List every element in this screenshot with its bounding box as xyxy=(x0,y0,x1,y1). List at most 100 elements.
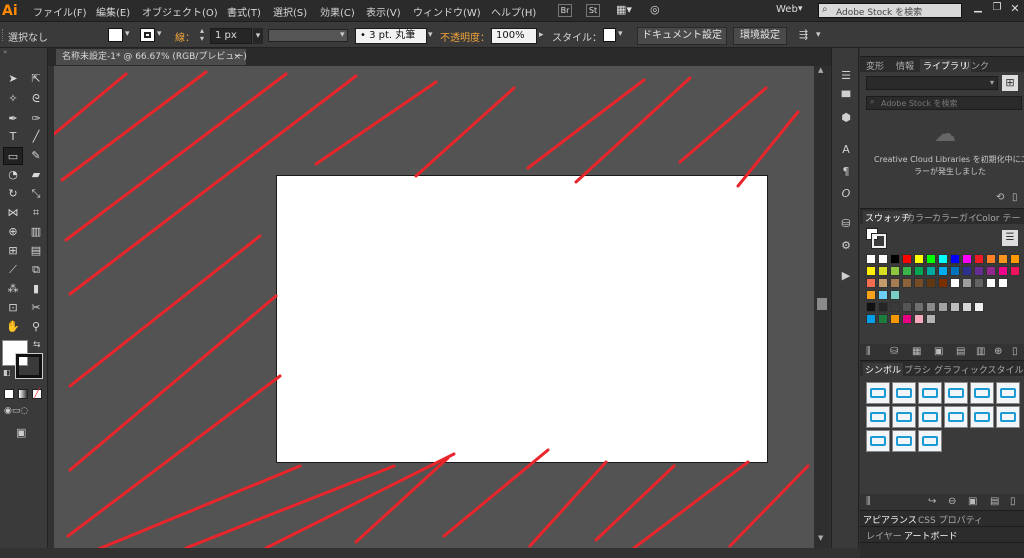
color-swatch[interactable] xyxy=(878,278,888,288)
preferences-button[interactable]: 環境設定 xyxy=(733,27,787,45)
color-swatch[interactable] xyxy=(902,266,912,276)
eraser-tool-icon[interactable]: ▰ xyxy=(26,166,46,184)
color-swatch[interactable] xyxy=(902,302,912,312)
free-transform-tool-icon[interactable]: ⌗ xyxy=(26,204,46,222)
brush-definition-select[interactable]: • 3 pt. 丸筆 xyxy=(355,28,427,44)
lasso-tool-icon[interactable]: ᘓ xyxy=(26,90,46,108)
opacity-input[interactable]: 100% xyxy=(491,28,537,44)
grip-handle[interactable] xyxy=(2,29,5,41)
menu-edit[interactable]: 編集(E) xyxy=(96,4,130,19)
arrange-documents-icon[interactable]: ▦▾ xyxy=(616,3,640,18)
shaper-tool-icon[interactable]: ◔ xyxy=(3,166,23,184)
color-swatch[interactable] xyxy=(926,302,936,312)
fill-color-swatch[interactable] xyxy=(108,28,123,42)
bridge-button[interactable]: Br xyxy=(558,4,572,17)
color-swatch[interactable] xyxy=(938,254,948,264)
color-swatch[interactable] xyxy=(974,302,984,312)
color-swatch[interactable] xyxy=(926,278,936,288)
color-panel-icon[interactable]: ▀ xyxy=(837,90,855,106)
symbol-home-icon[interactable] xyxy=(866,430,890,452)
curvature-tool-icon[interactable]: ✑ xyxy=(26,110,46,128)
scroll-thumb[interactable] xyxy=(817,298,827,310)
symbol-calendar-icon[interactable] xyxy=(866,406,890,428)
opacity-label[interactable]: 不透明度： xyxy=(440,29,490,44)
delete-symbol-icon[interactable]: ▯ xyxy=(1010,496,1016,507)
delete-swatch-icon[interactable]: ▯ xyxy=(1012,346,1018,357)
symbol-heart-plus-icon[interactable] xyxy=(892,430,916,452)
opacity-arrow-icon[interactable]: ▸ xyxy=(539,30,544,40)
paintbrush-tool-icon[interactable]: ✎ xyxy=(26,147,46,165)
panel-menu-icon[interactable]: ☰ xyxy=(837,68,855,84)
swatch-stroke-indicator[interactable] xyxy=(871,233,887,249)
gradient-tool-icon[interactable]: ▤ xyxy=(26,242,46,260)
tab-css-properties[interactable]: CSS プロパティ xyxy=(918,513,983,526)
color-swatch[interactable] xyxy=(938,278,948,288)
column-graph-tool-icon[interactable]: ▮ xyxy=(26,280,46,298)
swatch-options-icon[interactable]: ▣ xyxy=(934,346,943,357)
library-select[interactable]: ▾ xyxy=(866,76,998,90)
scroll-down-icon[interactable]: ▼ xyxy=(818,534,823,542)
color-swatch[interactable] xyxy=(914,254,924,264)
slice-tool-icon[interactable]: ✂ xyxy=(26,299,46,317)
document-tab[interactable]: 名称未設定-1* @ 66.67% (RGB/プレビュー) × xyxy=(56,49,247,65)
scale-tool-icon[interactable]: ⤡ xyxy=(26,185,46,203)
add-to-library-icon[interactable]: ⛁ xyxy=(890,346,898,357)
tab-brushes[interactable]: ブラシ xyxy=(904,363,931,376)
workspace-chevron-icon[interactable]: ▾ xyxy=(798,4,803,14)
hand-tool-icon[interactable]: ✋ xyxy=(3,318,23,336)
color-guide-icon[interactable]: ⬢ xyxy=(837,110,855,126)
magic-wand-tool-icon[interactable]: ✧ xyxy=(3,90,23,108)
mesh-tool-icon[interactable]: ⊞ xyxy=(3,242,23,260)
tab-color[interactable]: カラー xyxy=(906,211,933,224)
tab-appearance[interactable]: アピアランス xyxy=(863,513,917,526)
blend-tool-icon[interactable]: ⧉ xyxy=(26,261,46,279)
graphic-style-swatch[interactable] xyxy=(603,28,616,42)
tab-swatches[interactable]: スウォッチ xyxy=(863,211,913,224)
stroke-width-input[interactable]: 1 px xyxy=(210,28,252,44)
artboard-tool-icon[interactable]: ⊡ xyxy=(3,299,23,317)
brush-chevron-icon[interactable]: ▾ xyxy=(428,30,433,40)
tab-links[interactable]: リンク xyxy=(962,59,989,72)
tab-info[interactable]: 情報 xyxy=(896,59,914,72)
align-options-icon[interactable]: ⇶ xyxy=(799,28,808,41)
close-window-button[interactable]: ✕ xyxy=(1008,2,1022,18)
menu-select[interactable]: 選択(S) xyxy=(273,4,307,19)
tab-graphic-styles[interactable]: グラフィックスタイル xyxy=(934,363,1024,376)
zoom-tool-icon[interactable]: ⚲ xyxy=(26,318,46,336)
default-fill-stroke-icon[interactable]: ◧ xyxy=(3,368,11,377)
color-group-icon[interactable]: ▤ xyxy=(956,346,965,357)
color-swatch[interactable] xyxy=(890,290,900,300)
gpu-performance-icon[interactable]: ◎ xyxy=(650,3,666,18)
stock-button[interactable]: St xyxy=(586,4,600,17)
color-swatch[interactable] xyxy=(998,254,1008,264)
color-swatch[interactable] xyxy=(974,254,984,264)
menu-file[interactable]: ファイル(F) xyxy=(33,4,87,19)
paragraph-panel-icon[interactable]: ¶ xyxy=(837,164,855,180)
color-swatch[interactable] xyxy=(926,314,936,324)
symbol-close-icon[interactable] xyxy=(996,382,1020,404)
rotate-tool-icon[interactable]: ↻ xyxy=(3,185,23,203)
color-swatch[interactable] xyxy=(878,290,888,300)
color-swatch[interactable] xyxy=(890,314,900,324)
color-swatch[interactable] xyxy=(902,278,912,288)
place-symbol-icon[interactable]: ↪ xyxy=(928,496,936,507)
document-setup-button[interactable]: ドキュメント設定 xyxy=(637,27,727,45)
color-swatch[interactable] xyxy=(962,278,972,288)
stroke-color-swatch[interactable] xyxy=(140,28,155,42)
library-trash-icon[interactable]: ▯ xyxy=(1012,192,1018,203)
canvas-pasteboard[interactable] xyxy=(54,66,814,548)
width-tool-icon[interactable]: ⋈ xyxy=(3,204,23,222)
fill-chevron-icon[interactable]: ▾ xyxy=(125,29,130,39)
symbol-sprayer-tool-icon[interactable]: ⁂ xyxy=(3,280,23,298)
actions-panel-icon[interactable]: ▶ xyxy=(837,268,855,284)
toolbar-collapse-icon[interactable]: « xyxy=(0,48,48,56)
screen-mode-icon[interactable]: ▣ xyxy=(16,426,26,439)
stroke-chevron-icon[interactable]: ▾ xyxy=(157,29,162,39)
perspective-grid-tool-icon[interactable]: ▥ xyxy=(26,223,46,241)
color-swatch[interactable] xyxy=(950,302,960,312)
color-swatch[interactable] xyxy=(1010,254,1020,264)
workspace-switcher[interactable]: Web xyxy=(776,4,798,15)
scroll-up-icon[interactable]: ▲ xyxy=(818,66,823,74)
tab-color-guide[interactable]: カラーガイ xyxy=(932,211,977,224)
symbol-cart-icon[interactable] xyxy=(996,406,1020,428)
